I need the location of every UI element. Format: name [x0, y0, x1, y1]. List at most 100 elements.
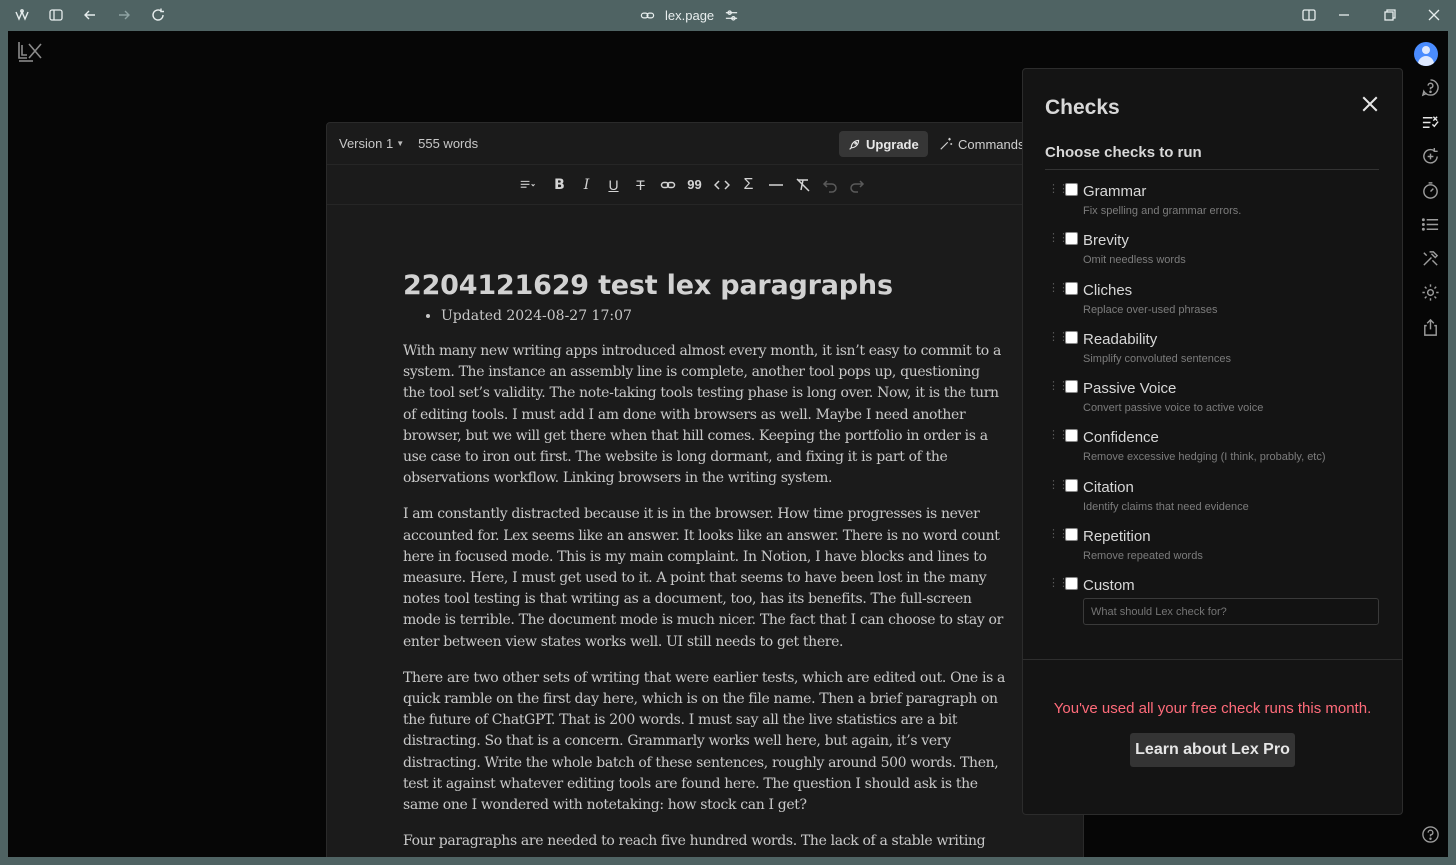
undo-icon[interactable] — [819, 174, 840, 196]
timer-icon[interactable] — [1416, 178, 1444, 202]
editor-header: Version 1 ▼ 555 words Upgrade Commands — [327, 123, 1083, 165]
clear-format-icon[interactable] — [792, 174, 813, 196]
usage-limit-message: You've used all your free check runs thi… — [1053, 700, 1372, 717]
quote-icon[interactable]: 99 — [684, 174, 705, 196]
drag-handle-icon[interactable]: ⋮⋮ — [1048, 578, 1069, 592]
passive-voice-checkbox[interactable] — [1065, 380, 1078, 394]
check-item-brevity: ⋮⋮ Brevity Omit needless words — [1045, 232, 1381, 281]
check-description: Remove repeated words — [1083, 550, 1203, 563]
restore-icon[interactable] — [1381, 6, 1399, 24]
learn-lex-pro-button[interactable]: Learn about Lex Pro — [1130, 733, 1295, 767]
lex-logo-icon[interactable] — [17, 40, 45, 64]
formatting-toolbar: B I U T 99 Σ — [327, 165, 1083, 205]
check-item-grammar: ⋮⋮ Grammar Fix spelling and grammar erro… — [1045, 183, 1381, 232]
checks-panel: Checks Choose checks to run ⋮⋮ Grammar F… — [1022, 68, 1403, 815]
drag-handle-icon[interactable]: ⋮⋮ — [1048, 184, 1069, 198]
document-title[interactable]: 2204121629 test lex paragraphs — [403, 269, 1005, 303]
horizontal-rule-icon[interactable] — [765, 174, 786, 196]
readability-checkbox[interactable] — [1065, 330, 1078, 344]
editor-card: Version 1 ▼ 555 words Upgrade Commands B… — [326, 122, 1084, 857]
drag-handle-icon[interactable]: ⋮⋮ — [1048, 479, 1069, 494]
check-name: Cliches — [1083, 281, 1133, 299]
outline-list-icon[interactable] — [1416, 212, 1444, 236]
check-name: Grammar — [1083, 183, 1147, 200]
drag-handle-icon[interactable]: ⋮⋮ — [1048, 430, 1069, 444]
repetition-checkbox[interactable] — [1065, 528, 1078, 542]
code-icon[interactable] — [711, 174, 732, 196]
browser-logo-icon[interactable] — [13, 6, 31, 24]
check-name: Repetition — [1083, 528, 1151, 546]
version-label: Version 1 — [339, 136, 394, 151]
paragraph[interactable]: I am constantly distracted because it is… — [403, 504, 1005, 652]
citation-checkbox[interactable] — [1065, 478, 1078, 492]
cliches-checkbox[interactable] — [1065, 281, 1078, 295]
link-icon[interactable] — [657, 174, 678, 196]
paragraph[interactable]: There are two other sets of writing that… — [403, 668, 1005, 816]
italic-icon[interactable]: I — [576, 174, 597, 196]
lex-app: Version 1 ▼ 555 words Upgrade Commands B… — [8, 31, 1448, 857]
check-item-cliches: ⋮⋮ Cliches Replace over-used phrases — [1045, 281, 1381, 331]
check-description: Convert passive voice to active voice — [1083, 402, 1264, 415]
commands-label: Commands — [958, 136, 1025, 152]
upgrade-label: Upgrade — [866, 136, 919, 152]
drag-handle-icon[interactable]: ⋮⋮ — [1048, 331, 1069, 346]
url-text: lex.page — [665, 7, 715, 23]
custom-checkbox[interactable] — [1065, 577, 1078, 591]
upgrade-button[interactable]: Upgrade — [839, 131, 928, 157]
confidence-checkbox[interactable] — [1065, 429, 1078, 443]
settings-gear-icon[interactable] — [1416, 280, 1444, 304]
link-icon — [640, 12, 655, 18]
close-window-icon[interactable] — [1425, 6, 1443, 24]
check-name: Readability — [1083, 330, 1158, 348]
check-name: Passive Voice — [1083, 380, 1177, 398]
drag-handle-icon[interactable]: ⋮⋮ — [1048, 233, 1069, 247]
paragraph[interactable]: Four paragraphs are needed to reach five… — [403, 831, 1005, 852]
sidebar-toggle-icon[interactable] — [47, 6, 65, 24]
help-icon[interactable] — [1416, 822, 1444, 846]
minimize-icon[interactable] — [1335, 6, 1353, 24]
split-view-icon[interactable] — [1300, 6, 1318, 24]
drag-handle-icon[interactable]: ⋮⋮ — [1048, 282, 1069, 297]
check-item-citation: ⋮⋮ Citation Identify claims that need ev… — [1045, 478, 1381, 528]
version-dropdown[interactable]: Version 1 ▼ — [339, 136, 404, 151]
grammar-checkbox[interactable] — [1065, 183, 1078, 196]
check-description: Omit needless words — [1083, 254, 1186, 267]
check-list: ⋮⋮ Grammar Fix spelling and grammar erro… — [1045, 183, 1381, 627]
commands-button[interactable]: Commands — [939, 131, 1024, 157]
check-item-confidence: ⋮⋮ Confidence Remove excessive hedging (… — [1045, 429, 1381, 478]
tools-icon[interactable] — [1416, 246, 1444, 270]
checks-subtitle: Choose checks to run — [1045, 144, 1379, 170]
custom-check-input[interactable] — [1083, 598, 1379, 625]
share-export-icon[interactable] — [1416, 315, 1444, 339]
word-count: 555 words — [418, 136, 479, 151]
check-description: Remove excessive hedging (I think, proba… — [1083, 451, 1326, 464]
underline-icon[interactable]: U — [603, 174, 624, 196]
ai-refresh-icon[interactable] — [1416, 144, 1444, 168]
drag-handle-icon[interactable]: ⋮⋮ — [1048, 529, 1069, 543]
rocket-icon — [849, 139, 860, 150]
help-chat-icon[interactable] — [1416, 75, 1444, 99]
brevity-checkbox[interactable] — [1065, 232, 1078, 246]
close-icon[interactable] — [1359, 93, 1381, 115]
site-settings-icon[interactable] — [724, 8, 739, 23]
check-description: Simplify convoluted sentences — [1083, 352, 1231, 365]
right-rail — [1412, 31, 1448, 857]
document-body[interactable]: 2204121629 test lex paragraphs Updated 2… — [403, 269, 1005, 852]
meta-list: Updated 2024-08-27 17:07 — [441, 306, 1005, 326]
forward-icon[interactable] — [115, 6, 133, 24]
back-icon[interactable] — [81, 6, 99, 24]
check-name: Confidence — [1083, 429, 1159, 447]
bold-icon[interactable]: B — [549, 174, 570, 196]
checks-icon[interactable] — [1416, 110, 1444, 134]
align-menu-icon[interactable] — [513, 174, 543, 196]
updated-timestamp[interactable]: Updated 2024-08-27 17:07 — [441, 306, 1005, 326]
redo-icon[interactable] — [846, 174, 867, 196]
strikethrough-icon[interactable]: T — [630, 174, 651, 196]
drag-handle-icon[interactable]: ⋮⋮ — [1048, 381, 1069, 395]
sigma-icon[interactable]: Σ — [738, 174, 759, 196]
address-bar[interactable]: lex.page — [640, 5, 739, 25]
check-name: Brevity — [1083, 232, 1129, 250]
check-name: Citation — [1083, 478, 1134, 496]
reload-icon[interactable] — [149, 6, 167, 24]
paragraph[interactable]: With many new writing apps introduced al… — [403, 341, 1005, 489]
